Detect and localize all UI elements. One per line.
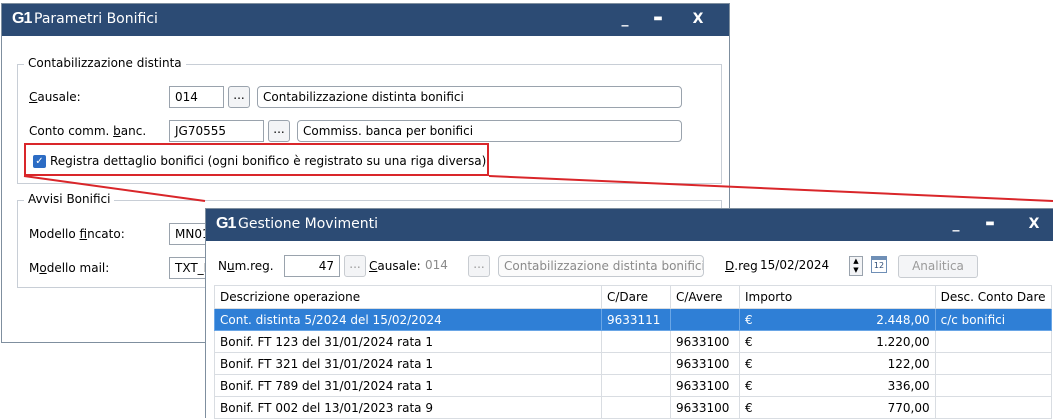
cell-importo[interactable]: 336,00: [764, 374, 936, 397]
cell-cavere[interactable]: [670, 308, 740, 331]
modello-mail-label: Modello mail:: [29, 261, 110, 275]
cell-cavere[interactable]: 9633100: [670, 374, 740, 397]
column-header-cavere[interactable]: C/Avere: [670, 285, 740, 309]
causale-lookup-button[interactable]: ...: [468, 255, 490, 277]
cell-currency[interactable]: €: [739, 352, 764, 375]
causale-description-field[interactable]: Contabilizzazione distinta bonifici: [257, 86, 682, 108]
cell-importo[interactable]: 122,00: [764, 352, 936, 375]
app-logo: G1: [216, 215, 236, 232]
cell-cavere[interactable]: 9633100: [670, 330, 740, 353]
causale-lookup-button[interactable]: ...: [228, 86, 250, 108]
table-header-row: Descrizione operazione C/Dare C/Avere Im…: [214, 285, 1053, 309]
table-row[interactable]: Bonif. FT 789 del 31/01/2024 rata 1 96331…: [214, 374, 1053, 397]
cell-cavere[interactable]: 9633100: [670, 396, 740, 419]
numreg-lookup-button[interactable]: ...: [344, 255, 366, 277]
table-row[interactable]: Bonif. FT 002 del 13/01/2023 rata 9 96331…: [214, 396, 1053, 419]
causale-label: Causale:: [369, 259, 421, 273]
close-icon[interactable]: X: [1020, 213, 1048, 235]
maximize-icon[interactable]: ▬: [976, 213, 1004, 235]
maximize-icon[interactable]: ▬: [644, 8, 672, 30]
column-header-importo[interactable]: Importo: [739, 285, 936, 309]
numreg-label: Num.reg.: [218, 259, 274, 273]
title-bar[interactable]: G1 Parametri Bonifici _ ▬ X: [2, 4, 729, 36]
cell-currency[interactable]: €: [739, 374, 764, 397]
conto-description-field[interactable]: Commiss. banca per bonifici: [297, 120, 682, 142]
cell-descrizione[interactable]: Bonif. FT 123 del 31/01/2024 rata 1: [214, 330, 602, 353]
cell-currency[interactable]: €: [739, 396, 764, 419]
numreg-field[interactable]: 47: [284, 255, 340, 277]
causale-label: Causale:: [29, 90, 81, 104]
causale-description-field[interactable]: Contabilizzazione distinta bonifici: [498, 255, 704, 277]
table-row[interactable]: Cont. distinta 5/2024 del 15/02/2024 9633…: [214, 308, 1053, 331]
cell-cdare[interactable]: 9633111: [601, 308, 671, 331]
cell-descrizione[interactable]: Bonif. FT 321 del 31/01/2024 rata 1: [214, 352, 602, 375]
conto-code-field[interactable]: JG70555: [169, 120, 264, 142]
cell-desc-conto-dare[interactable]: [934, 352, 1053, 375]
dreg-label: D.reg.: [725, 259, 762, 273]
cell-desc-conto-dare[interactable]: [934, 330, 1053, 353]
dreg-field[interactable]: 15/02/2024: [758, 255, 846, 277]
cell-descrizione[interactable]: Cont. distinta 5/2024 del 15/02/2024: [214, 308, 602, 331]
gestione-movimenti-window: G1 Gestione Movimenti _ ▬ X Num.reg. 47 …: [205, 208, 1053, 419]
group-legend: Avvisi Bonifici: [24, 192, 115, 206]
causale-code-field[interactable]: 014: [169, 86, 224, 108]
column-header-cdare[interactable]: C/Dare: [601, 285, 671, 309]
movimenti-table: Descrizione operazione C/Dare C/Avere Im…: [214, 285, 1053, 419]
cell-cavere[interactable]: 9633100: [670, 352, 740, 375]
window-title: Parametri Bonifici: [34, 11, 158, 27]
highlight-box: [24, 143, 489, 176]
cell-descrizione[interactable]: Bonif. FT 789 del 31/01/2024 rata 1: [214, 374, 602, 397]
analitica-button[interactable]: Analitica: [898, 255, 978, 278]
cell-desc-conto-dare[interactable]: c/c bonifici: [934, 308, 1053, 331]
cell-currency[interactable]: €: [739, 330, 764, 353]
table-row[interactable]: Bonif. FT 321 del 31/01/2024 rata 1 96331…: [214, 352, 1053, 375]
modello-fincato-label: Modello fincato:: [29, 227, 125, 241]
cell-importo[interactable]: 770,00: [764, 396, 936, 419]
conto-lookup-button[interactable]: ...: [268, 120, 290, 142]
cell-cdare[interactable]: [601, 396, 671, 419]
minimize-icon[interactable]: _: [611, 8, 639, 30]
app-logo: G1: [12, 10, 32, 27]
title-bar[interactable]: G1 Gestione Movimenti _ ▬ X: [206, 209, 1053, 241]
cell-cdare[interactable]: [601, 374, 671, 397]
cell-descrizione[interactable]: Bonif. FT 002 del 13/01/2023 rata 9: [214, 396, 602, 419]
cell-currency[interactable]: €: [739, 308, 764, 331]
minimize-icon[interactable]: _: [942, 213, 970, 235]
cell-importo[interactable]: 1.220,00: [764, 330, 936, 353]
cell-cdare[interactable]: [601, 352, 671, 375]
spinner-icon[interactable]: ▲ ▼: [849, 256, 863, 276]
group-legend: Contabilizzazione distinta: [24, 56, 186, 70]
cell-desc-conto-dare[interactable]: [934, 396, 1053, 419]
calendar-icon[interactable]: 12: [871, 256, 887, 273]
column-header-desc-conto-dare[interactable]: Desc. Conto Dare: [934, 285, 1053, 309]
close-icon[interactable]: X: [684, 8, 712, 30]
cell-desc-conto-dare[interactable]: [934, 374, 1053, 397]
column-header-descrizione[interactable]: Descrizione operazione: [214, 285, 602, 309]
table-row[interactable]: Bonif. FT 123 del 31/01/2024 rata 1 96331…: [214, 330, 1053, 353]
causale-code-field[interactable]: 014: [420, 255, 464, 277]
window-title: Gestione Movimenti: [238, 216, 378, 232]
cell-importo[interactable]: 2.448,00: [764, 308, 936, 331]
cell-cdare[interactable]: [601, 330, 671, 353]
conto-label: Conto comm. banc.: [29, 124, 147, 138]
